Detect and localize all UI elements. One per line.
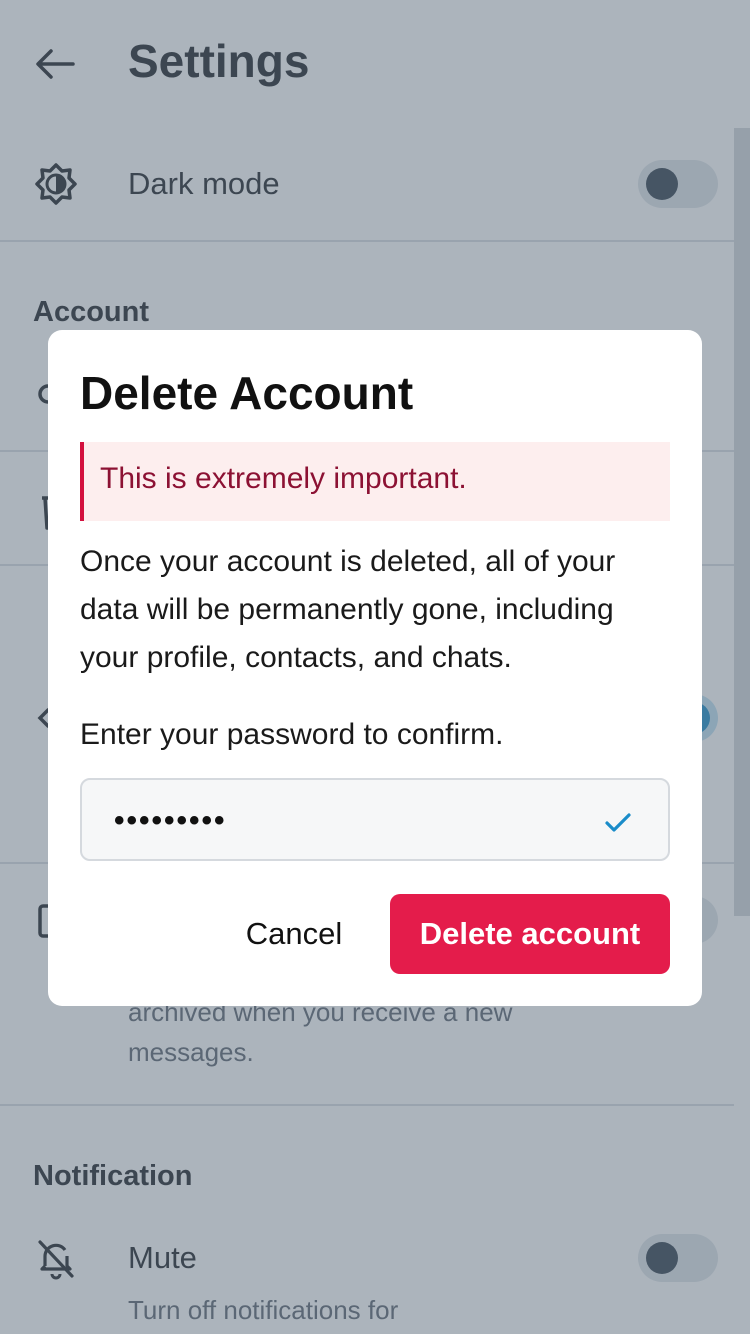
dialog-body: Once your account is deleted, all of you… (80, 545, 616, 674)
cancel-button[interactable]: Cancel (228, 894, 360, 974)
delete-account-dialog: Delete Account This is extremely importa… (48, 330, 702, 1006)
dialog-title: Delete Account (80, 367, 414, 419)
warning-alert: This is extremely important. (80, 442, 670, 521)
alert-text: This is extremely important. (100, 462, 467, 495)
password-prompt: Enter your password to confirm. (80, 718, 504, 751)
password-input[interactable]: ••••••••• (80, 778, 670, 861)
delete-account-button[interactable]: Delete account (390, 894, 670, 974)
check-icon (605, 813, 631, 832)
password-value: ••••••••• (114, 804, 227, 837)
